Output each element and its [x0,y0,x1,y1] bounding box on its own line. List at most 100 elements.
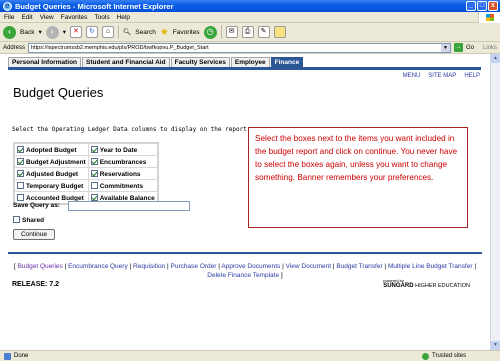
continue-button[interactable]: Continue [13,229,55,240]
checkbox[interactable] [90,181,98,189]
option-cell[interactable]: Temporary Budget [14,179,89,192]
option-label: Adjusted Budget [26,170,78,178]
status-bar: Done Trusted sites [0,350,500,361]
footer-link-delete-finance-template[interactable]: Delete Finance Template [207,272,279,279]
tab-finance[interactable]: Finance [270,57,304,67]
powered-by-logo: powered by SUNGARD HIGHER EDUCATION [383,278,470,289]
back-button-label[interactable]: Back [20,29,34,36]
nav-tabs: Personal Information Student and Financi… [8,57,304,67]
menu-bar: File Edit View Favorites Tools Help [0,12,500,23]
checkbox[interactable] [17,193,24,201]
option-label: Adopted Budget [26,146,77,154]
scroll-up-icon[interactable]: ▲ [491,54,500,63]
shared-label: Shared [22,217,45,224]
save-query-input[interactable] [68,201,190,211]
footer-separator: | [384,263,387,270]
footer-separator: | [167,263,169,270]
folder-icon[interactable] [273,26,286,38]
tab-personal-information[interactable]: Personal Information [8,57,82,67]
footer-link-approve-documents[interactable]: Approve Documents [221,263,280,270]
footer-link-view-document[interactable]: View Document [286,263,331,270]
go-button-label[interactable]: Go [466,45,474,51]
address-input[interactable]: https://ispectrumssb2.memphis.edu/pls/PR… [28,42,452,53]
option-cell[interactable]: Encumbrances [87,155,158,168]
menu-help[interactable]: Help [117,14,130,21]
option-label: Temporary Budget [26,182,84,190]
checkbox[interactable] [17,181,24,189]
option-cell[interactable]: Commitments [87,179,158,192]
footer-link-budget-transfer[interactable]: Budget Transfer [336,263,382,270]
vertical-scrollbar[interactable]: ▲ ▼ [490,54,500,350]
menu-view[interactable]: View [40,14,54,21]
maximize-button[interactable]: □ [477,1,487,11]
favorites-star-icon[interactable]: ★ [160,27,169,38]
option-cell[interactable]: Reservations [87,167,158,180]
browser-toolbar: ‹ Back ▾ › ▾ ✕ ↻ ⌂ 🔍︎ Search ★ Favorites… [0,23,500,42]
checkbox[interactable] [90,145,98,153]
title-bar: Budget Queries - Microsoft Internet Expl… [0,0,500,12]
window-controls: _ □ x [466,1,498,11]
footer-link-encumbrance-query[interactable]: Encumbrance Query [68,263,128,270]
table-row: Budget Adjustment Encumbrances [14,155,158,168]
toolbar-separator [220,25,222,39]
windows-logo-icon [478,12,500,23]
tab-student-financial-aid[interactable]: Student and Financial Aid [82,57,170,67]
tab-faculty-services[interactable]: Faculty Services [170,57,230,67]
back-dropdown-icon[interactable]: ▾ [38,28,41,36]
footer-separator: | [474,263,477,270]
option-label: Encumbrances [99,158,147,166]
close-button[interactable]: x [488,1,498,11]
help-link[interactable]: HELP [464,73,480,79]
forward-dropdown-icon[interactable]: ▾ [63,28,66,36]
brand-name: SUNGARD [383,283,414,289]
edit-icon[interactable]: ✎ [257,26,270,38]
footer-link-requisition[interactable]: Requisition [133,263,165,270]
menu-link[interactable]: MENU [403,73,421,79]
shared-checkbox[interactable] [13,216,20,223]
option-cell[interactable]: Budget Adjustment [14,155,89,168]
go-arrow-icon[interactable]: → [454,43,464,52]
tab-employee[interactable]: Employee [230,57,270,67]
checkbox[interactable] [17,157,24,165]
mail-icon[interactable]: ✉ [225,26,238,38]
address-dropdown-icon[interactable]: ▼ [441,43,451,52]
option-cell[interactable]: Adjusted Budget [14,167,89,180]
footer-link-multiple-line-budget-transfer[interactable]: Multiple Line Budget Transfer [388,263,473,270]
minimize-button[interactable]: _ [466,1,476,11]
menu-tools[interactable]: Tools [94,14,109,21]
instruction-text: Select the Operating Ledger Data columns… [12,126,251,133]
refresh-icon[interactable]: ↻ [85,26,98,38]
table-row: Adjusted Budget Reservations [14,167,158,180]
search-button-label[interactable]: Search [135,29,156,36]
footer-link-purchase-order[interactable]: Purchase Order [171,263,217,270]
menu-file[interactable]: File [4,14,14,21]
option-cell[interactable]: Year to Date [87,143,158,156]
back-arrow-icon[interactable]: ‹ [3,25,16,39]
footer-separator: | [64,263,67,270]
favorites-button-label[interactable]: Favorites [173,29,200,36]
checkbox[interactable] [17,169,24,177]
table-row: Adopted Budget Year to Date [14,143,158,156]
history-icon[interactable]: ◷ [203,25,217,39]
stop-icon[interactable]: ✕ [69,26,82,38]
checkbox[interactable] [90,157,98,165]
shared-option[interactable]: Shared [13,216,44,224]
footer-open-bracket: [ [13,263,16,270]
print-icon[interactable]: ⎙ [241,26,254,38]
page-title: Budget Queries [13,85,104,100]
search-icon[interactable]: 🔍︎ [123,28,131,36]
checkbox[interactable] [17,145,24,153]
checkbox[interactable] [90,169,98,177]
status-right: Trusted sites [380,352,466,360]
home-icon[interactable]: ⌂ [101,26,114,38]
footer-link-budget-queries[interactable]: Budget Queries [18,263,63,270]
address-label: Address [3,44,26,51]
links-label[interactable]: Links [483,45,497,51]
site-map-link[interactable]: SITE MAP [428,73,456,79]
checkbox[interactable] [90,193,98,201]
scroll-down-icon[interactable]: ▼ [491,341,500,350]
option-cell[interactable]: Adopted Budget [14,143,89,156]
menu-edit[interactable]: Edit [21,14,32,21]
forward-arrow-icon[interactable]: › [45,25,59,39]
menu-favorites[interactable]: Favorites [61,14,88,21]
